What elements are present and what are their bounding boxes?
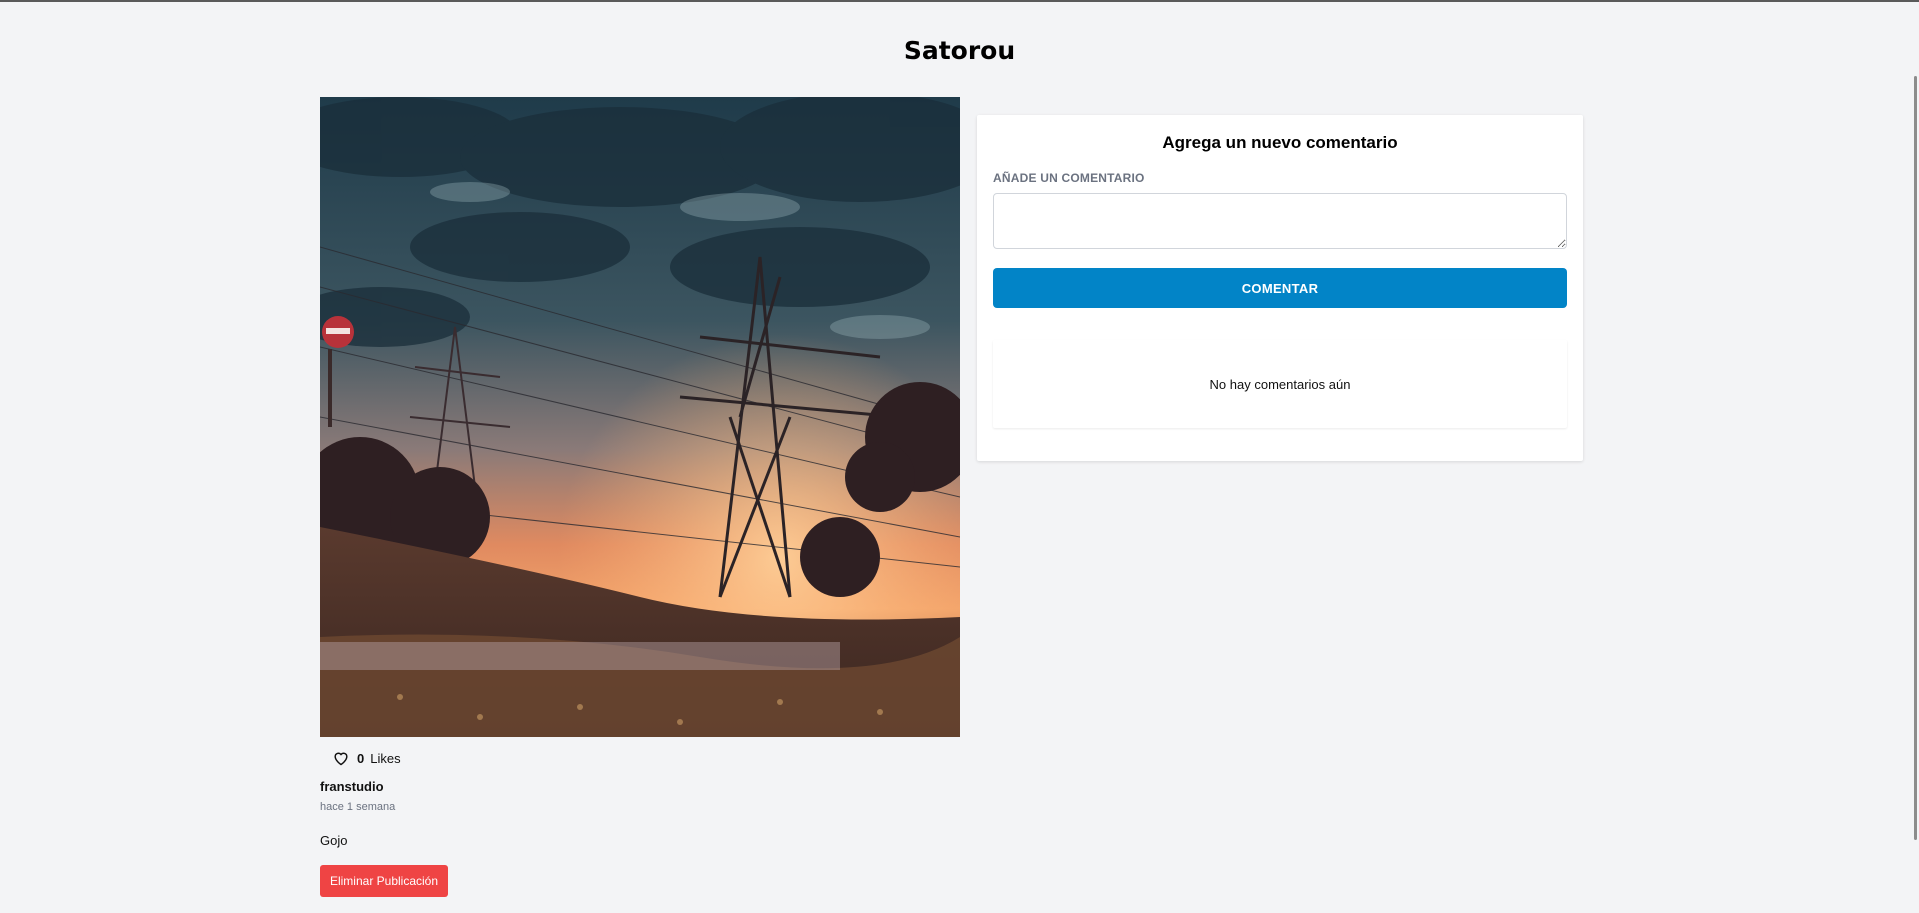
post-description: Gojo	[320, 833, 348, 848]
post-image-artwork	[320, 97, 960, 737]
comment-card: Agrega un nuevo comentario AÑADE UN COME…	[977, 115, 1583, 461]
post-author: franstudio	[320, 779, 384, 794]
comment-field-label: AÑADE UN COMENTARIO	[993, 171, 1145, 185]
submit-comment-button[interactable]: COMENTAR	[993, 268, 1567, 308]
likes-count: 0	[357, 750, 365, 766]
comment-input[interactable]	[993, 193, 1567, 249]
comments-list: No hay comentarios aún	[993, 340, 1567, 428]
post-timestamp: hace 1 semana	[320, 801, 396, 813]
likes-row: 0 Likes	[331, 748, 401, 768]
likes-label: Likes	[370, 750, 401, 766]
comment-form-heading: Agrega un nuevo comentario	[1162, 133, 1398, 152]
empty-comments-message: No hay comentarios aún	[1209, 376, 1351, 392]
heart-icon[interactable]	[331, 748, 351, 768]
post-image	[320, 97, 960, 737]
scrollbar-thumb[interactable]	[1914, 76, 1917, 840]
delete-post-button[interactable]: Eliminar Publicación	[320, 865, 448, 897]
window-top-border	[0, 0, 1919, 2]
page-title: Satorou	[903, 36, 1016, 65]
